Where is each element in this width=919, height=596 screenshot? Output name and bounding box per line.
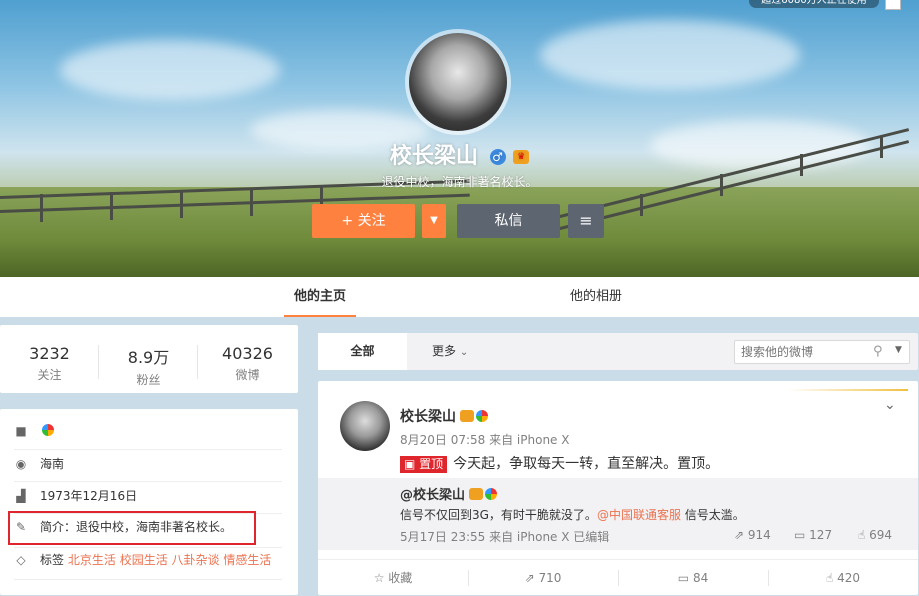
- repost-text: 信号不仅回到3G，有时干脆就没了。: [400, 508, 597, 522]
- tags-label: 标签: [40, 553, 65, 567]
- post-avatar[interactable]: [340, 401, 390, 451]
- search-dropdown-icon[interactable]: ▼: [895, 345, 902, 355]
- info-card: ■ ◉ 海南 ▟ 1973年12月16日 ✎ 简介：退役中校，海南非著名校长。 ◇ 标签…: [0, 409, 298, 595]
- comment-count: 84: [692, 571, 709, 585]
- tag-link[interactable]: 八卦杂谈: [172, 553, 220, 567]
- comment-button[interactable]: ▭ 84: [618, 560, 768, 596]
- search-input[interactable]: [735, 341, 865, 363]
- post-author[interactable]: 校长梁山: [400, 409, 456, 425]
- forward-icon: ⇗: [734, 528, 745, 542]
- intro-highlight-box: [8, 511, 256, 545]
- tag-link[interactable]: 北京生活: [68, 553, 116, 567]
- tab-album[interactable]: 他的相册: [560, 277, 632, 317]
- favorite-button[interactable]: ☆ 收藏: [318, 560, 468, 596]
- repost-comment-count: 127: [809, 528, 833, 542]
- pinned-badge: ▣ 置顶: [400, 456, 448, 473]
- location-text: 海南: [40, 457, 65, 471]
- repost-text-row: 信号不仅回到3G，有时干脆就没了。@中国联通客服 信号太滥。: [400, 506, 745, 523]
- repost-comment-button[interactable]: ▭ 127: [794, 528, 832, 542]
- stat-label: 粉丝: [136, 373, 161, 387]
- tags-row: ◇ 标签 北京生活 校园生活 八卦杂谈 情感生活: [14, 550, 284, 570]
- bookmark-icon: ■: [15, 424, 27, 438]
- chevron-down-icon: ⌄: [459, 347, 469, 358]
- chevron-down-icon: ▼: [430, 215, 438, 226]
- male-icon: ♂: [489, 149, 506, 165]
- thumbs-up-icon: ☝: [858, 528, 866, 542]
- tag-link[interactable]: 情感生活: [223, 553, 271, 567]
- stat-value: 3232: [29, 344, 70, 363]
- repost-author-row: @校长梁山: [400, 484, 498, 503]
- rainbow-badge-icon[interactable]: [476, 410, 488, 422]
- follow-button[interactable]: + 关注: [312, 204, 415, 238]
- post-top-decoration: [788, 389, 908, 391]
- repost-meta: 5月17日 23:55 来自 iPhone X 已编辑: [400, 530, 610, 544]
- menu-button[interactable]: ≡: [568, 204, 604, 238]
- repost-forward-button[interactable]: ⇗ 914: [734, 528, 771, 542]
- chevron-down-icon[interactable]: ⌄: [884, 397, 896, 413]
- tag-icon: ◇: [16, 553, 26, 567]
- stat-label: 关注: [37, 368, 62, 382]
- search-box: ⚲ ▼: [734, 340, 910, 364]
- stat-posts[interactable]: 40326 微博: [198, 325, 297, 393]
- post-action-bar: ☆ 收藏 ⇗ 710 ▭ 84 ☝ 420: [318, 559, 918, 595]
- top-badge: 超过6080万人正在使用: [749, 0, 879, 8]
- vip-badge-icon[interactable]: [460, 410, 474, 422]
- rainbow-badge-icon[interactable]: [485, 488, 498, 500]
- feed-filter-bar: 全部 更多 ⌄ ⚲ ▼: [318, 333, 918, 370]
- filter-more-tab[interactable]: 更多 ⌄: [432, 333, 468, 370]
- post-meta: 8月20日 07:58 来自 iPhone X: [400, 433, 570, 447]
- cake-icon: ▟: [16, 489, 26, 503]
- tab-home[interactable]: 他的主页: [284, 277, 356, 317]
- like-count: 420: [837, 571, 861, 585]
- vip-badge-icon[interactable]: ♛: [513, 150, 530, 164]
- location-row: ◉ 海南: [14, 454, 284, 474]
- profile-name: 校长梁山: [389, 144, 478, 169]
- forward-count: 710: [538, 571, 562, 585]
- message-button[interactable]: 私信: [457, 204, 560, 238]
- mention-link[interactable]: @中国联通客服: [597, 508, 681, 522]
- repost-like-button[interactable]: ☝ 694: [858, 528, 892, 542]
- level-row: ■: [14, 421, 284, 441]
- filter-all-tab[interactable]: 全部: [318, 333, 407, 370]
- search-icon[interactable]: ⚲: [873, 344, 883, 359]
- profile-tabs: 他的主页 他的相册: [0, 277, 919, 317]
- repost-like-count: 694: [869, 528, 893, 542]
- birthday-text: 1973年12月16日: [40, 489, 138, 503]
- rainbow-badge-icon[interactable]: [42, 424, 54, 436]
- tag-link[interactable]: 校园生活: [120, 553, 168, 567]
- feed-post: 校长梁山 8月20日 07:58 来自 iPhone X ▣ 置顶 今天起，争取每…: [318, 381, 918, 595]
- reposted-content: @校长梁山 信号不仅回到3G，有时干脆就没了。@中国联通客服 信号太滥。 5月1…: [318, 478, 918, 550]
- app-icon[interactable]: [885, 0, 901, 10]
- forward-button[interactable]: ⇗ 710: [468, 560, 618, 596]
- comment-icon: ▭: [794, 528, 806, 542]
- filter-more-label: 更多: [432, 344, 457, 358]
- repost-author[interactable]: @校长梁山: [400, 488, 465, 503]
- location-pin-icon: ◉: [15, 457, 27, 471]
- post-text-row: ▣ 置顶 今天起，争取每天一转，直至解决。置顶。: [400, 453, 719, 473]
- like-button[interactable]: ☝ 420: [768, 560, 918, 596]
- pinned-label: 置顶: [419, 457, 444, 471]
- post-author-row: 校长梁山: [400, 406, 488, 426]
- repost-forward-count: 914: [747, 528, 771, 542]
- stat-value: 8.9万: [127, 348, 170, 367]
- stat-value: 40326: [222, 344, 273, 363]
- hamburger-icon: ≡: [579, 211, 593, 230]
- vip-badge-icon[interactable]: [469, 488, 484, 500]
- forward-icon: ⇗: [524, 571, 535, 585]
- star-icon: ☆: [373, 571, 385, 585]
- favorite-label: 收藏: [388, 571, 413, 585]
- comment-icon: ▭: [677, 571, 690, 585]
- profile-bio: 退役中校，海南非著名校长。: [381, 175, 538, 189]
- profile-avatar[interactable]: [405, 29, 511, 135]
- stat-followers[interactable]: 8.9万 粉丝: [99, 325, 198, 393]
- post-text: 今天起，争取每天一转，直至解决。置顶。: [453, 456, 720, 472]
- birthday-row: ▟ 1973年12月16日: [14, 486, 284, 506]
- repost-text-tail: 信号太滥。: [680, 508, 745, 522]
- stat-following[interactable]: 3232 关注: [0, 325, 99, 393]
- follow-dropdown-button[interactable]: ▼: [422, 204, 446, 238]
- thumbs-up-icon: ☝: [825, 571, 834, 585]
- stats-card: 3232 关注 8.9万 粉丝 40326 微博: [0, 325, 298, 393]
- profile-name-row: 校长梁山 ♂ ♛: [0, 138, 919, 170]
- stat-label: 微博: [235, 368, 260, 382]
